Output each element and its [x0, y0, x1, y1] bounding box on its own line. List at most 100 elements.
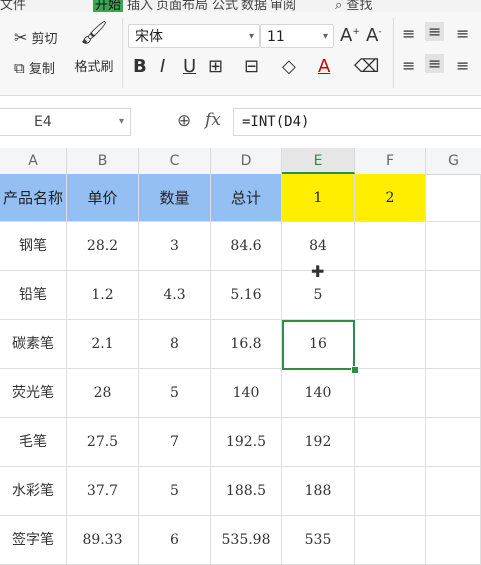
cell-e7[interactable]: 188	[282, 467, 355, 516]
cell-e5[interactable]: 140	[282, 369, 355, 418]
font-color-icon[interactable]: A	[318, 56, 330, 77]
menu-data[interactable]: 数据	[241, 0, 267, 12]
name-box[interactable]: E4 ▾	[0, 108, 131, 136]
column-header-e[interactable]: E	[282, 148, 355, 174]
cell-f4[interactable]	[355, 320, 426, 369]
fill-color-icon[interactable]: ◇	[282, 56, 296, 77]
column-header-f[interactable]: F	[355, 148, 426, 174]
cell-f6[interactable]	[355, 418, 426, 467]
increase-font-icon[interactable]: A+	[340, 25, 360, 46]
decrease-font-icon[interactable]: A-	[366, 25, 382, 46]
header-cell-b[interactable]: 单价	[67, 174, 139, 222]
header-cell-e[interactable]: 1	[282, 174, 355, 222]
zoom-search-icon[interactable]: ⊕	[177, 111, 191, 131]
cell-e8[interactable]: 535	[282, 516, 355, 565]
active-cell-border	[282, 320, 355, 370]
cell-f3[interactable]	[355, 271, 426, 320]
font-size-select[interactable]: 11 ▾	[260, 24, 334, 48]
cell-a6[interactable]: 毛笔	[0, 418, 67, 467]
cell-c4[interactable]: 8	[139, 320, 211, 369]
menu-page-layout[interactable]: 页面布局	[156, 0, 208, 12]
align-top-icon[interactable]: ≡	[402, 24, 415, 43]
column-header-a[interactable]: A	[0, 148, 67, 174]
menu-file[interactable]: 文件	[0, 0, 26, 12]
cell-c8[interactable]: 6	[139, 516, 211, 565]
cell-g8[interactable]	[426, 516, 481, 565]
align-left-icon[interactable]: ≡	[402, 56, 415, 75]
cell-f2[interactable]	[355, 222, 426, 271]
align-center-icon[interactable]: ≡	[425, 54, 445, 73]
cell-b7[interactable]: 37.7	[67, 467, 139, 516]
cell-c6[interactable]: 7	[139, 418, 211, 467]
font-name-select[interactable]: 宋体 ▾	[128, 24, 260, 48]
cell-c5[interactable]: 5	[139, 369, 211, 418]
header-cell-a[interactable]: 产品名称	[0, 174, 67, 222]
cell-b6[interactable]: 27.5	[67, 418, 139, 467]
format-painter-button[interactable]: 🖌 格式刷	[72, 20, 116, 75]
ribbon-divider	[393, 18, 394, 88]
header-cell-d[interactable]: 总计	[211, 174, 282, 222]
copy-button[interactable]: ⧉ 复制	[14, 58, 55, 77]
cell-b2[interactable]: 28.2	[67, 222, 139, 271]
column-header-g[interactable]: G	[426, 148, 481, 174]
column-header-d[interactable]: D	[211, 148, 282, 174]
cell-a5[interactable]: 荧光笔	[0, 369, 67, 418]
cell-a2[interactable]: 钢笔	[0, 222, 67, 271]
cell-a4[interactable]: 碳素笔	[0, 320, 67, 369]
cell-c7[interactable]: 5	[139, 467, 211, 516]
cell-g4[interactable]	[426, 320, 481, 369]
menu-insert[interactable]: 插入	[127, 0, 153, 12]
cut-button[interactable]: ✂ 剪切	[14, 28, 58, 47]
ribbon-divider	[122, 18, 123, 88]
cell-c3[interactable]: 4.3	[139, 271, 211, 320]
align-bottom-icon[interactable]: ≡	[456, 24, 469, 43]
cell-d6[interactable]: 192.5	[211, 418, 282, 467]
bold-icon[interactable]: B	[133, 56, 147, 77]
cell-g3[interactable]	[426, 271, 481, 320]
merge-icon[interactable]: ⊟	[244, 56, 259, 77]
menu-bar: 文件 开始 插入 页面布局 公式 数据 审阅 ⌕ 查找	[0, 0, 481, 12]
cell-d4[interactable]: 16.8	[211, 320, 282, 369]
menu-find[interactable]: ⌕ 查找	[335, 0, 372, 12]
eraser-icon[interactable]: ⌫	[354, 56, 379, 77]
menu-review[interactable]: 审阅	[270, 0, 296, 12]
cell-d2[interactable]: 84.6	[211, 222, 282, 271]
header-cell-f[interactable]: 2	[355, 174, 426, 222]
column-header-b[interactable]: B	[67, 148, 139, 174]
cell-f8[interactable]	[355, 516, 426, 565]
cell-e6[interactable]: 192	[282, 418, 355, 467]
menu-formulas[interactable]: 公式	[212, 0, 238, 12]
border-icon[interactable]: ⊞	[208, 56, 223, 77]
cell-d3[interactable]: 5.16	[211, 271, 282, 320]
formula-input[interactable]: =INT(D4)	[233, 108, 481, 136]
cell-b3[interactable]: 1.2	[67, 271, 139, 320]
cell-d7[interactable]: 188.5	[211, 467, 282, 516]
header-cell-g[interactable]	[426, 174, 481, 222]
align-middle-icon[interactable]: ≡	[425, 22, 445, 41]
cell-d8[interactable]: 535.98	[211, 516, 282, 565]
cell-a7[interactable]: 水彩笔	[0, 467, 67, 516]
header-cell-c[interactable]: 数量	[139, 174, 211, 222]
cell-f5[interactable]	[355, 369, 426, 418]
cell-f7[interactable]	[355, 467, 426, 516]
column-header-c[interactable]: C	[139, 148, 211, 174]
fill-handle[interactable]	[351, 366, 359, 374]
italic-icon[interactable]: I	[160, 56, 165, 77]
cut-label: 剪切	[31, 32, 58, 47]
cell-b8[interactable]: 89.33	[67, 516, 139, 565]
cell-g7[interactable]	[426, 467, 481, 516]
fx-icon[interactable]: fx	[205, 110, 221, 130]
align-right-icon[interactable]: ≡	[456, 56, 469, 75]
menu-home[interactable]: 开始	[93, 0, 124, 12]
cell-g2[interactable]	[426, 222, 481, 271]
cell-d5[interactable]: 140	[211, 369, 282, 418]
cell-g6[interactable]	[426, 418, 481, 467]
cell-c2[interactable]: 3	[139, 222, 211, 271]
cell-g5[interactable]	[426, 369, 481, 418]
cell-a3[interactable]: 铅笔	[0, 271, 67, 320]
cell-b4[interactable]: 2.1	[67, 320, 139, 369]
cell-a8[interactable]: 签字笔	[0, 516, 67, 565]
underline-icon[interactable]: U	[183, 56, 196, 77]
cell-b5[interactable]: 28	[67, 369, 139, 418]
ribbon-toolbar: ✂ 剪切 ⧉ 复制 🖌 格式刷 宋体 ▾ 11 ▾ A+ A- B I U ⊞ …	[0, 12, 481, 96]
